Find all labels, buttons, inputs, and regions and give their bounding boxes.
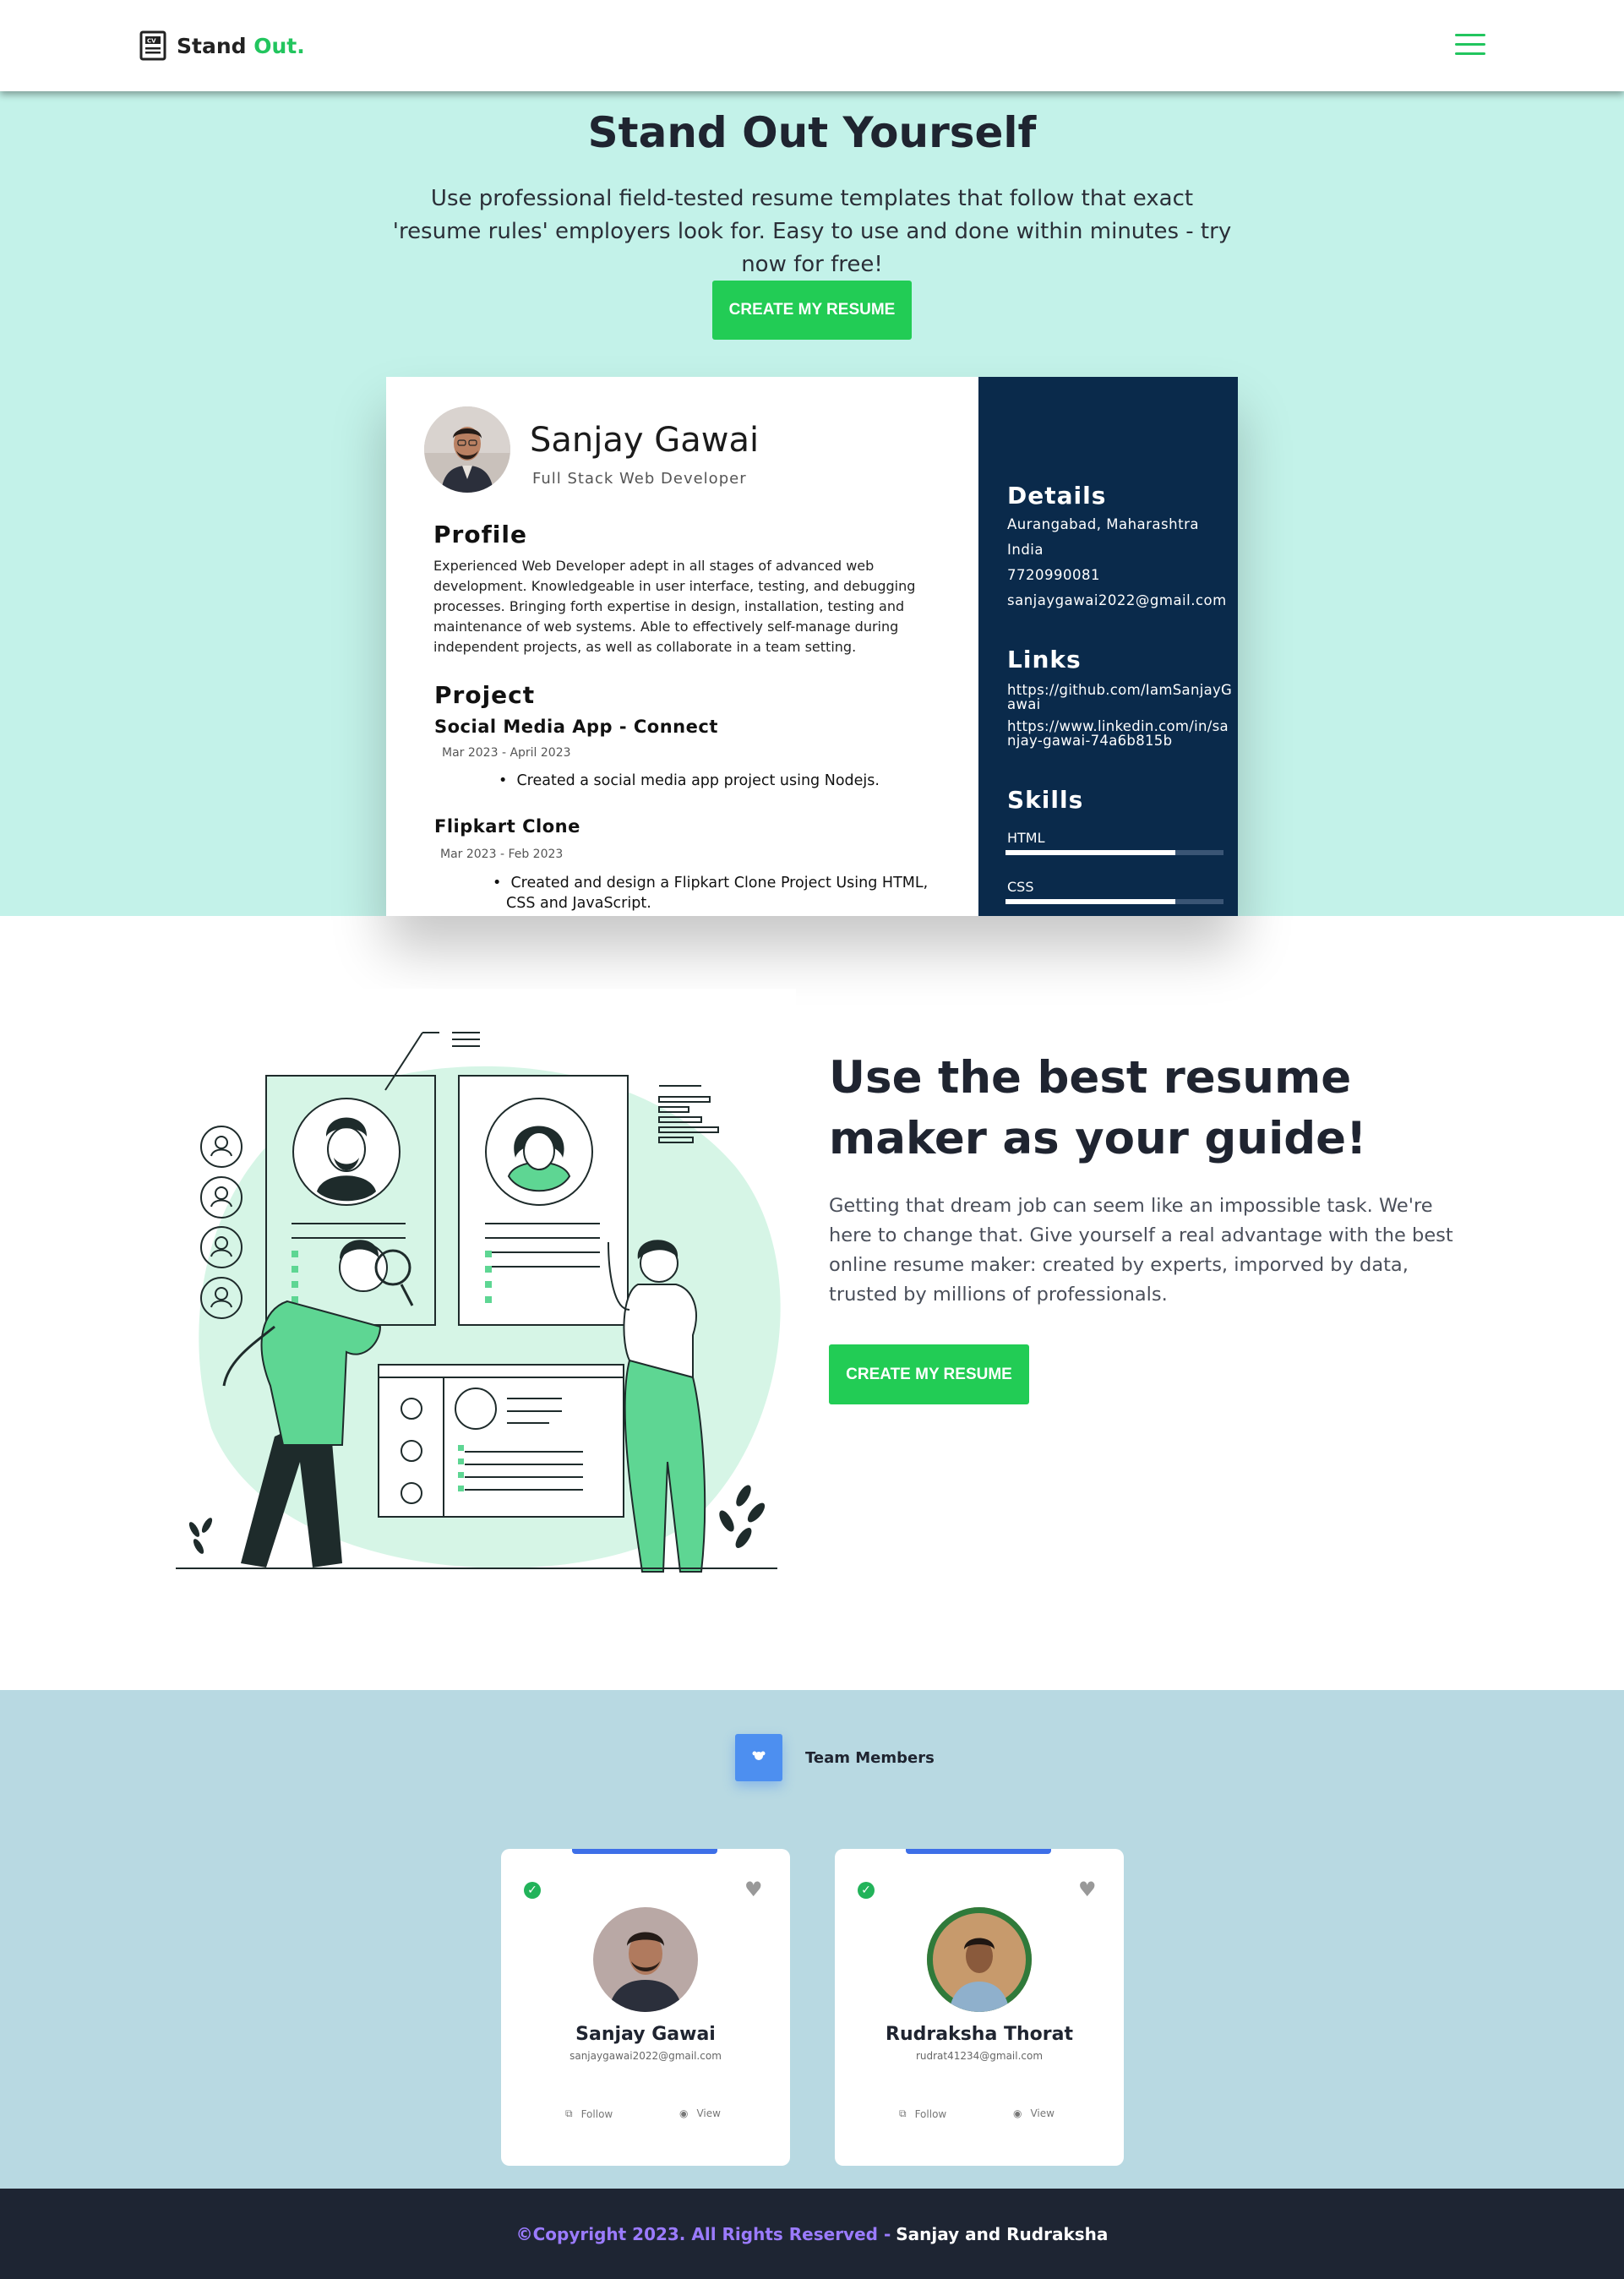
skill-fill (1005, 850, 1176, 855)
team-icon (735, 1734, 782, 1781)
profile-text: Experienced Web Developer adept in all s… (433, 558, 916, 655)
guide-text: Getting that dream job can seem like an … (829, 1195, 1453, 1306)
hamburger-menu-icon[interactable] (1455, 34, 1485, 57)
hero-title: Stand Out Yourself (587, 108, 1037, 157)
view-button[interactable]: ◉ View (679, 2107, 721, 2119)
card-accent-bar (572, 1849, 717, 1854)
project-bullet: • Created and design a Flipkart Clone Pr… (493, 875, 929, 912)
member-name: Sanjay Gawai (575, 2024, 716, 2045)
follow-button[interactable]: ⧉ Follow (899, 2107, 946, 2120)
project-title: Social Media App - Connect (434, 717, 718, 737)
project-heading: Project (434, 681, 536, 709)
details-heading: Details (1007, 482, 1107, 510)
resume-name: Sanjay Gawai (530, 421, 760, 460)
detail-country: India (1007, 542, 1044, 558)
skill-label: HTML (1007, 830, 1045, 846)
cv-document-icon: CV (139, 30, 166, 61)
detail-email: sanjaygawai2022@gmail.com (1007, 592, 1227, 608)
follow-button[interactable]: ⧉ Follow (565, 2107, 613, 2120)
svg-text:CV: CV (147, 38, 156, 45)
heart-icon[interactable]: ♥ (1078, 1878, 1097, 1901)
member-avatar (593, 1907, 698, 2012)
resume-main-column: Sanjay Gawai Full Stack Web Developer Pr… (386, 377, 978, 916)
eye-icon: ◉ (679, 2107, 689, 2119)
member-email: rudrat41234@gmail.com (915, 2050, 1044, 2062)
github-link[interactable]: https://github.com/IamSanjayGawai (1007, 683, 1235, 712)
brand-logo[interactable]: CV Stand Out. (139, 30, 305, 61)
project-date: Mar 2023 - April 2023 (442, 746, 571, 760)
resume-sidebar: Details Aurangabad, Maharashtra India 77… (978, 377, 1238, 916)
verified-check-icon: ✓ (524, 1882, 541, 1899)
linkedin-link[interactable]: https://www.linkedin.com/in/sanjay-gawai… (1007, 719, 1235, 748)
team-label: Team Members (805, 1749, 935, 1767)
footer: ©Copyright 2023. All Rights Reserved - S… (0, 2189, 1624, 2279)
resume-avatar (424, 406, 510, 493)
team-section: Team Members ✓ ♥ Sanjay Gawai sanjaygawa… (0, 1690, 1624, 2189)
member-name: Rudraksha Thorat (886, 2024, 1073, 2045)
footer-names: Sanjay and Rudraksha (896, 2223, 1109, 2244)
brand-name: Stand Out. (177, 33, 305, 58)
follow-icon: ⧉ (565, 2107, 573, 2119)
view-button[interactable]: ◉ View (1013, 2107, 1055, 2119)
team-member-card: ✓ ♥ Rudraksha Thorat rudrat41234@gmail.c… (835, 1849, 1124, 2166)
guide-title: Use the best resume maker as your guide! (829, 1052, 1367, 1164)
resume-review-illustration (161, 989, 796, 1589)
member-avatar (927, 1907, 1032, 2012)
hero-subtitle: Use professional field-tested resume tem… (392, 186, 1232, 277)
profile-heading: Profile (433, 521, 527, 548)
project-title: Flipkart Clone (434, 816, 580, 837)
skill-fill (1005, 899, 1176, 904)
team-member-card: ✓ ♥ Sanjay Gawai sanjaygawai2022@gmail.c… (501, 1849, 790, 2166)
create-resume-button-secondary[interactable]: CREATE MY RESUME (829, 1344, 1029, 1404)
top-navbar: CV Stand Out. (0, 0, 1624, 91)
eye-icon: ◉ (1013, 2107, 1022, 2119)
resume-role: Full Stack Web Developer (532, 470, 747, 488)
project-bullet: • Created a social media app project usi… (499, 772, 880, 789)
project-date: Mar 2023 - Feb 2023 (440, 848, 564, 861)
member-email: sanjaygawai2022@gmail.com (569, 2050, 722, 2062)
heart-icon[interactable]: ♥ (744, 1878, 763, 1901)
resume-preview: Sanjay Gawai Full Stack Web Developer Pr… (386, 377, 1238, 916)
detail-location: Aurangabad, Maharashtra (1007, 516, 1199, 532)
skill-bar (1005, 899, 1223, 904)
links-heading: Links (1007, 646, 1082, 673)
verified-check-icon: ✓ (858, 1882, 875, 1899)
card-accent-bar (906, 1849, 1051, 1854)
skill-bar (1005, 850, 1223, 855)
create-resume-button[interactable]: CREATE MY RESUME (712, 281, 912, 340)
detail-phone: 7720990081 (1007, 567, 1100, 583)
footer-copyright: ©Copyright 2023. All Rights Reserved - (515, 2223, 891, 2244)
skills-heading: Skills (1007, 786, 1084, 814)
follow-icon: ⧉ (899, 2107, 907, 2119)
skill-label: CSS (1007, 879, 1034, 895)
